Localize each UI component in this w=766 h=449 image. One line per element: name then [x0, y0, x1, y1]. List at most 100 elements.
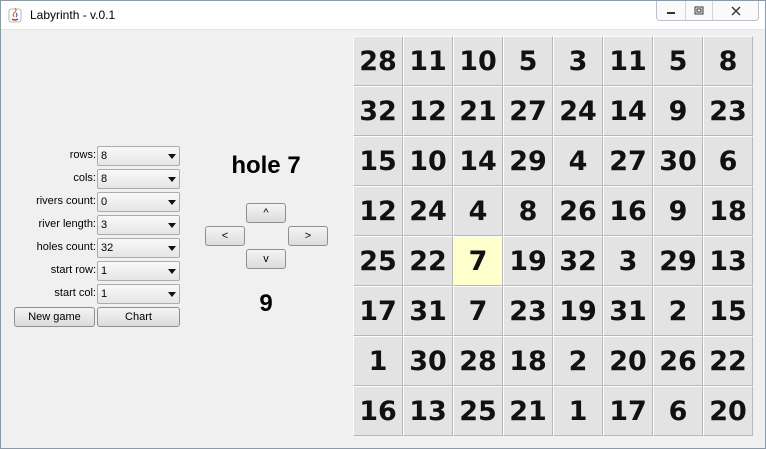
board-cell[interactable]: 29 [653, 236, 703, 286]
board-cell[interactable]: 27 [503, 86, 553, 136]
board-cell[interactable]: 27 [603, 136, 653, 186]
board-cell[interactable]: 23 [703, 86, 753, 136]
java-app-icon [8, 7, 22, 23]
board-cell[interactable]: 10 [453, 36, 503, 86]
settings-dropdown[interactable]: 3 [97, 215, 180, 235]
board-cell[interactable]: 25 [453, 386, 503, 436]
settings-dropdown[interactable]: 0 [97, 192, 180, 212]
board-cell[interactable]: 28 [353, 36, 403, 86]
board-cell[interactable]: 18 [503, 336, 553, 386]
board-cell[interactable]: 24 [553, 86, 603, 136]
board-cell[interactable]: 21 [453, 86, 503, 136]
board-cell[interactable]: 18 [703, 186, 753, 236]
board-cell[interactable]: 1 [353, 336, 403, 386]
board-cell[interactable]: 29 [503, 136, 553, 186]
board-cell[interactable]: 2 [653, 286, 703, 336]
board-cell[interactable]: 21 [503, 386, 553, 436]
board-cell[interactable]: 8 [703, 36, 753, 86]
board-cell[interactable]: 31 [603, 286, 653, 336]
board-cell[interactable]: 28 [453, 336, 503, 386]
board-cell[interactable]: 32 [353, 86, 403, 136]
board-cell[interactable]: 4 [453, 186, 503, 236]
board-cell[interactable]: 17 [353, 286, 403, 336]
move-up-button[interactable]: ^ [246, 203, 286, 223]
close-button[interactable] [712, 1, 758, 20]
settings-dropdown-value: 0 [101, 196, 108, 208]
minimize-icon [667, 11, 675, 14]
board-cell[interactable]: 13 [703, 236, 753, 286]
board-cell[interactable]: 3 [553, 36, 603, 86]
close-icon [731, 6, 740, 15]
board-cell[interactable]: 8 [503, 186, 553, 236]
board-cell[interactable]: 20 [703, 386, 753, 436]
board-cell[interactable]: 14 [603, 86, 653, 136]
board-cell[interactable]: 15 [703, 286, 753, 336]
minimize-button[interactable] [657, 1, 685, 20]
main-content: rows: 8 cols: 8 rivers count: 0 river length: 3… [8, 32, 758, 440]
settings-dropdown[interactable]: 8 [97, 169, 180, 189]
settings-label: rows: [69, 149, 96, 161]
settings-dropdown-value: 8 [101, 150, 108, 162]
board-cell[interactable]: 12 [353, 186, 403, 236]
board-cell[interactable]: 30 [403, 336, 453, 386]
chevron-down-icon [168, 246, 176, 251]
maximize-button[interactable] [685, 1, 712, 20]
board-cell[interactable]: 14 [453, 136, 503, 186]
settings-dropdown[interactable]: 1 [97, 284, 180, 304]
board-cell[interactable]: 23 [503, 286, 553, 336]
board-cell[interactable]: 30 [653, 136, 703, 186]
board-cell[interactable]: 7 [453, 286, 503, 336]
board-cell[interactable]: 20 [603, 336, 653, 386]
board-cell[interactable]: 25 [353, 236, 403, 286]
board-cell[interactable]: 10 [403, 136, 453, 186]
board-cell[interactable]: 26 [653, 336, 703, 386]
title-bar[interactable]: Labyrinth - v.0.1 [1, 1, 765, 30]
settings-dropdown-value: 32 [101, 242, 114, 254]
move-right-button[interactable]: > [288, 226, 328, 246]
board-cell[interactable]: 6 [703, 136, 753, 186]
board-cell[interactable]: 16 [353, 386, 403, 436]
board-cell[interactable]: 9 [653, 186, 703, 236]
board-cell[interactable]: 26 [553, 186, 603, 236]
board-cell-current[interactable]: 7 [453, 236, 503, 286]
board-cell[interactable]: 31 [403, 286, 453, 336]
board-cell[interactable]: 13 [403, 386, 453, 436]
board-cell[interactable]: 16 [603, 186, 653, 236]
settings-dropdown[interactable]: 1 [97, 261, 180, 281]
board-cell[interactable]: 32 [553, 236, 603, 286]
board-cell[interactable]: 11 [403, 36, 453, 86]
new-game-button[interactable]: New game [14, 307, 95, 327]
board-cell[interactable]: 22 [703, 336, 753, 386]
window-title: Labyrinth - v.0.1 [30, 8, 116, 22]
board-cell[interactable]: 9 [653, 86, 703, 136]
board-cell[interactable]: 12 [403, 86, 453, 136]
board-cell[interactable]: 6 [653, 386, 703, 436]
board-cell[interactable]: 2 [553, 336, 603, 386]
settings-label: rivers count: [36, 195, 96, 207]
move-down-button[interactable]: v [246, 249, 286, 269]
settings-dropdown[interactable]: 32 [97, 238, 180, 258]
board-cell[interactable]: 4 [553, 136, 603, 186]
app-window: Labyrinth - v.0.1 rows: 8 cols: 8 rivers… [0, 0, 766, 449]
board-cell[interactable]: 17 [603, 386, 653, 436]
settings-dropdown[interactable]: 8 [97, 146, 180, 166]
board-cell[interactable]: 3 [603, 236, 653, 286]
board-cell[interactable]: 19 [503, 236, 553, 286]
board-cell[interactable]: 5 [503, 36, 553, 86]
chevron-down-icon [168, 177, 176, 182]
chart-button[interactable]: Chart [97, 307, 180, 327]
board-cell[interactable]: 19 [553, 286, 603, 336]
settings-label: start col: [54, 287, 96, 299]
board-cell[interactable]: 15 [353, 136, 403, 186]
settings-label: holes count: [36, 241, 96, 253]
board-cell[interactable]: 5 [653, 36, 703, 86]
window-controls [656, 1, 759, 21]
chevron-down-icon [168, 154, 176, 159]
board-cell[interactable]: 22 [403, 236, 453, 286]
board-cell[interactable]: 11 [603, 36, 653, 86]
board-cell[interactable]: 1 [553, 386, 603, 436]
move-left-button[interactable]: < [205, 226, 245, 246]
settings-label: cols: [73, 172, 96, 184]
chevron-down-icon [168, 223, 176, 228]
board-cell[interactable]: 24 [403, 186, 453, 236]
